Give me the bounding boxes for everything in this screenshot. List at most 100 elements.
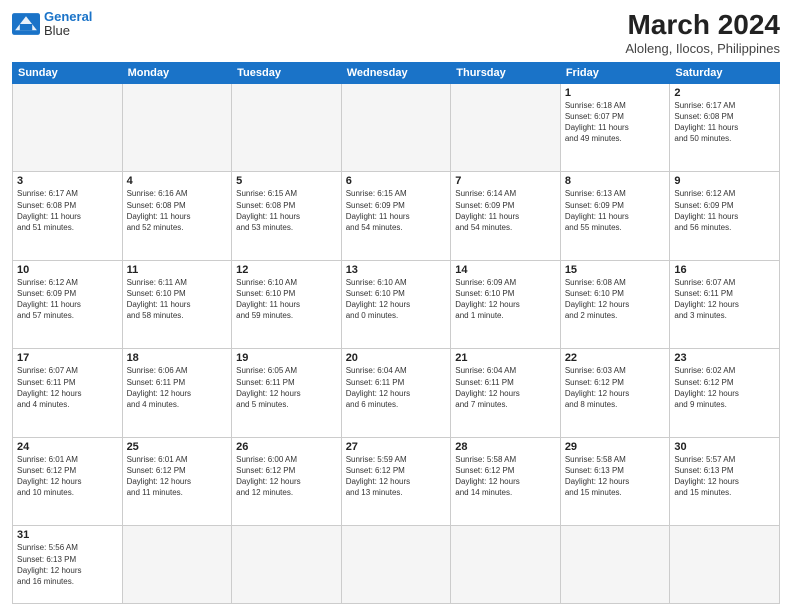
day-info: Sunrise: 6:02 AM Sunset: 6:12 PM Dayligh…	[674, 365, 775, 410]
day-info: Sunrise: 6:04 AM Sunset: 6:11 PM Dayligh…	[346, 365, 447, 410]
day-info: Sunrise: 6:05 AM Sunset: 6:11 PM Dayligh…	[236, 365, 337, 410]
table-row: 25Sunrise: 6:01 AM Sunset: 6:12 PM Dayli…	[122, 437, 232, 526]
day-info: Sunrise: 6:04 AM Sunset: 6:11 PM Dayligh…	[455, 365, 556, 410]
day-number: 29	[565, 441, 666, 453]
table-row: 10Sunrise: 6:12 AM Sunset: 6:09 PM Dayli…	[13, 260, 123, 349]
table-row: 4Sunrise: 6:16 AM Sunset: 6:08 PM Daylig…	[122, 172, 232, 261]
day-number: 12	[236, 264, 337, 276]
day-info: Sunrise: 6:07 AM Sunset: 6:11 PM Dayligh…	[17, 365, 118, 410]
table-row	[13, 83, 123, 172]
day-info: Sunrise: 6:14 AM Sunset: 6:09 PM Dayligh…	[455, 188, 556, 233]
table-row: 18Sunrise: 6:06 AM Sunset: 6:11 PM Dayli…	[122, 349, 232, 438]
table-row: 20Sunrise: 6:04 AM Sunset: 6:11 PM Dayli…	[341, 349, 451, 438]
day-number: 9	[674, 175, 775, 187]
calendar-header-row: Sunday Monday Tuesday Wednesday Thursday…	[13, 62, 780, 83]
table-row: 26Sunrise: 6:00 AM Sunset: 6:12 PM Dayli…	[232, 437, 342, 526]
day-number: 7	[455, 175, 556, 187]
col-sunday: Sunday	[13, 62, 123, 83]
table-row: 7Sunrise: 6:14 AM Sunset: 6:09 PM Daylig…	[451, 172, 561, 261]
day-info: Sunrise: 6:06 AM Sunset: 6:11 PM Dayligh…	[127, 365, 228, 410]
logo-text: General Blue	[44, 10, 92, 39]
table-row: 14Sunrise: 6:09 AM Sunset: 6:10 PM Dayli…	[451, 260, 561, 349]
col-friday: Friday	[560, 62, 670, 83]
logo-blue: Blue	[44, 24, 92, 38]
day-info: Sunrise: 5:59 AM Sunset: 6:12 PM Dayligh…	[346, 454, 447, 499]
day-number: 23	[674, 352, 775, 364]
day-number: 10	[17, 264, 118, 276]
table-row	[341, 526, 451, 604]
table-row: 27Sunrise: 5:59 AM Sunset: 6:12 PM Dayli…	[341, 437, 451, 526]
day-info: Sunrise: 6:10 AM Sunset: 6:10 PM Dayligh…	[236, 277, 337, 322]
col-wednesday: Wednesday	[341, 62, 451, 83]
table-row: 2Sunrise: 6:17 AM Sunset: 6:08 PM Daylig…	[670, 83, 780, 172]
table-row: 6Sunrise: 6:15 AM Sunset: 6:09 PM Daylig…	[341, 172, 451, 261]
day-number: 28	[455, 441, 556, 453]
title-block: March 2024 Aloleng, Ilocos, Philippines	[625, 10, 780, 56]
table-row: 19Sunrise: 6:05 AM Sunset: 6:11 PM Dayli…	[232, 349, 342, 438]
day-number: 1	[565, 87, 666, 99]
table-row: 13Sunrise: 6:10 AM Sunset: 6:10 PM Dayli…	[341, 260, 451, 349]
day-info: Sunrise: 6:00 AM Sunset: 6:12 PM Dayligh…	[236, 454, 337, 499]
table-row	[122, 83, 232, 172]
table-row: 17Sunrise: 6:07 AM Sunset: 6:11 PM Dayli…	[13, 349, 123, 438]
day-number: 8	[565, 175, 666, 187]
calendar-table: Sunday Monday Tuesday Wednesday Thursday…	[12, 62, 780, 604]
table-row: 31Sunrise: 5:56 AM Sunset: 6:13 PM Dayli…	[13, 526, 123, 604]
day-info: Sunrise: 6:11 AM Sunset: 6:10 PM Dayligh…	[127, 277, 228, 322]
day-info: Sunrise: 6:15 AM Sunset: 6:09 PM Dayligh…	[346, 188, 447, 233]
day-number: 27	[346, 441, 447, 453]
table-row: 24Sunrise: 6:01 AM Sunset: 6:12 PM Dayli…	[13, 437, 123, 526]
day-info: Sunrise: 6:09 AM Sunset: 6:10 PM Dayligh…	[455, 277, 556, 322]
day-number: 25	[127, 441, 228, 453]
page: General Blue March 2024 Aloleng, Ilocos,…	[0, 0, 792, 612]
general-blue-logo-icon	[12, 13, 40, 35]
table-row	[451, 83, 561, 172]
col-saturday: Saturday	[670, 62, 780, 83]
day-number: 22	[565, 352, 666, 364]
table-row	[560, 526, 670, 604]
logo: General Blue	[12, 10, 92, 39]
day-info: Sunrise: 6:17 AM Sunset: 6:08 PM Dayligh…	[17, 188, 118, 233]
day-number: 30	[674, 441, 775, 453]
day-info: Sunrise: 6:10 AM Sunset: 6:10 PM Dayligh…	[346, 277, 447, 322]
table-row	[341, 83, 451, 172]
col-monday: Monday	[122, 62, 232, 83]
day-number: 5	[236, 175, 337, 187]
day-info: Sunrise: 5:57 AM Sunset: 6:13 PM Dayligh…	[674, 454, 775, 499]
table-row: 29Sunrise: 5:58 AM Sunset: 6:13 PM Dayli…	[560, 437, 670, 526]
day-info: Sunrise: 6:15 AM Sunset: 6:08 PM Dayligh…	[236, 188, 337, 233]
day-info: Sunrise: 5:56 AM Sunset: 6:13 PM Dayligh…	[17, 542, 118, 587]
day-info: Sunrise: 6:01 AM Sunset: 6:12 PM Dayligh…	[17, 454, 118, 499]
logo-general: General	[44, 9, 92, 24]
table-row: 8Sunrise: 6:13 AM Sunset: 6:09 PM Daylig…	[560, 172, 670, 261]
day-number: 3	[17, 175, 118, 187]
day-info: Sunrise: 6:12 AM Sunset: 6:09 PM Dayligh…	[17, 277, 118, 322]
day-info: Sunrise: 6:03 AM Sunset: 6:12 PM Dayligh…	[565, 365, 666, 410]
day-info: Sunrise: 6:08 AM Sunset: 6:10 PM Dayligh…	[565, 277, 666, 322]
day-number: 18	[127, 352, 228, 364]
table-row: 3Sunrise: 6:17 AM Sunset: 6:08 PM Daylig…	[13, 172, 123, 261]
day-number: 26	[236, 441, 337, 453]
day-number: 19	[236, 352, 337, 364]
table-row: 12Sunrise: 6:10 AM Sunset: 6:10 PM Dayli…	[232, 260, 342, 349]
day-number: 15	[565, 264, 666, 276]
table-row: 30Sunrise: 5:57 AM Sunset: 6:13 PM Dayli…	[670, 437, 780, 526]
day-number: 6	[346, 175, 447, 187]
table-row	[670, 526, 780, 604]
day-info: Sunrise: 6:13 AM Sunset: 6:09 PM Dayligh…	[565, 188, 666, 233]
day-number: 14	[455, 264, 556, 276]
table-row: 22Sunrise: 6:03 AM Sunset: 6:12 PM Dayli…	[560, 349, 670, 438]
day-number: 11	[127, 264, 228, 276]
table-row: 1Sunrise: 6:18 AM Sunset: 6:07 PM Daylig…	[560, 83, 670, 172]
day-number: 20	[346, 352, 447, 364]
table-row: 9Sunrise: 6:12 AM Sunset: 6:09 PM Daylig…	[670, 172, 780, 261]
day-info: Sunrise: 5:58 AM Sunset: 6:12 PM Dayligh…	[455, 454, 556, 499]
table-row	[232, 526, 342, 604]
day-info: Sunrise: 6:07 AM Sunset: 6:11 PM Dayligh…	[674, 277, 775, 322]
day-number: 24	[17, 441, 118, 453]
day-number: 16	[674, 264, 775, 276]
table-row: 21Sunrise: 6:04 AM Sunset: 6:11 PM Dayli…	[451, 349, 561, 438]
table-row: 23Sunrise: 6:02 AM Sunset: 6:12 PM Dayli…	[670, 349, 780, 438]
table-row: 5Sunrise: 6:15 AM Sunset: 6:08 PM Daylig…	[232, 172, 342, 261]
day-number: 4	[127, 175, 228, 187]
